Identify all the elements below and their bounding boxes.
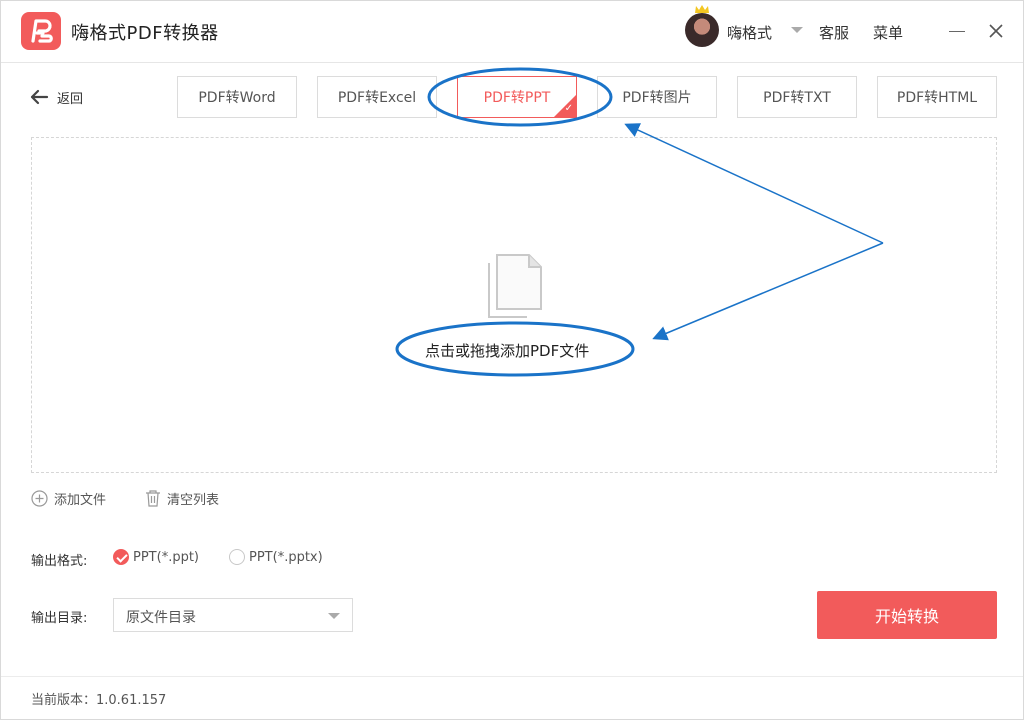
add-file-button[interactable]: 添加文件 — [31, 488, 106, 508]
close-icon[interactable] — [987, 22, 1005, 40]
drop-zone-text[interactable]: 点击或拖拽添加PDF文件 — [425, 340, 589, 361]
username[interactable]: 嗨格式 — [727, 22, 772, 43]
tab-label: PDF转PPT — [483, 90, 551, 106]
avatar[interactable] — [685, 13, 719, 47]
chevron-down-icon[interactable] — [791, 27, 803, 33]
app-logo-icon — [21, 12, 61, 50]
app-title: 嗨格式PDF转换器 — [71, 23, 219, 44]
chevron-down-icon — [328, 613, 340, 619]
output-dir-select[interactable]: 原文件目录 — [113, 598, 353, 632]
output-dir-label: 输出目录: — [31, 611, 88, 626]
tab-pdf-to-ppt[interactable]: PDF转PPT ✓ — [457, 76, 577, 118]
tab-pdf-to-image[interactable]: PDF转图片 — [597, 76, 717, 118]
output-dir-value: 原文件目录 — [126, 610, 196, 626]
footer: 当前版本：1.0.61.157 — [1, 676, 1023, 720]
radio-ppt[interactable]: PPT(*.ppt) — [113, 549, 199, 565]
plus-circle-icon — [31, 489, 48, 507]
app-window: 嗨格式PDF转换器 嗨格式 客服 菜单 返回 PDF转Word PDF转Exce… — [0, 0, 1024, 720]
back-button[interactable]: 返回 — [29, 87, 83, 107]
trash-icon — [146, 490, 160, 507]
arrow-left-icon — [30, 89, 49, 105]
back-label: 返回 — [57, 91, 84, 107]
tab-pdf-to-excel[interactable]: PDF转Excel — [317, 76, 437, 118]
radio-checked-icon — [113, 549, 129, 565]
add-file-label: 添加文件 — [54, 492, 107, 508]
check-icon: ✓ — [564, 103, 573, 114]
service-button[interactable]: 客服 — [819, 22, 849, 43]
radio-ppt-label: PPT(*.ppt) — [133, 549, 199, 565]
tab-pdf-to-word[interactable]: PDF转Word — [177, 76, 297, 118]
menu-button[interactable]: 菜单 — [873, 22, 903, 43]
version-text: 当前版本：1.0.61.157 — [31, 693, 167, 708]
document-icon — [488, 254, 542, 318]
radio-pptx[interactable]: PPT(*.pptx) — [229, 549, 323, 565]
tab-pdf-to-txt[interactable]: PDF转TXT — [737, 76, 857, 118]
tab-pdf-to-html[interactable]: PDF转HTML — [877, 76, 997, 118]
clear-list-button[interactable]: 清空列表 — [145, 488, 219, 508]
title-bar: 嗨格式PDF转换器 嗨格式 客服 菜单 — [1, 1, 1023, 63]
start-convert-button[interactable]: 开始转换 — [817, 591, 997, 639]
radio-unchecked-icon — [229, 549, 245, 565]
minimize-icon[interactable] — [949, 31, 965, 32]
output-format-label: 输出格式: — [31, 554, 88, 569]
radio-pptx-label: PPT(*.pptx) — [249, 549, 323, 565]
clear-list-label: 清空列表 — [167, 492, 220, 508]
